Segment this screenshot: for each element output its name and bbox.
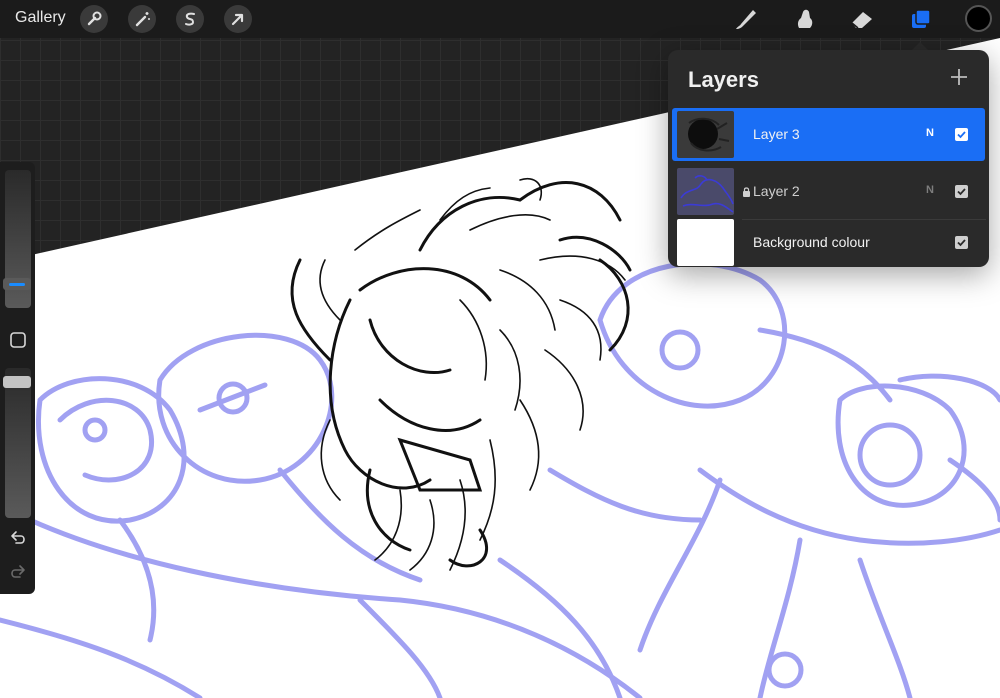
visibility-checkbox[interactable] xyxy=(955,185,968,198)
layer-name: Layer 3 xyxy=(753,126,800,142)
layers-panel: Layers Layer 3 N Layer 2 N Background co… xyxy=(668,50,989,267)
layer-name: Background colour xyxy=(753,234,870,250)
add-layer-plus-icon[interactable] xyxy=(948,66,970,88)
layer-name: Layer 2 xyxy=(753,183,800,199)
layer-thumbnail xyxy=(677,219,734,266)
visibility-checkbox[interactable] xyxy=(955,128,968,141)
lock-icon xyxy=(742,185,751,197)
selection-icon[interactable] xyxy=(176,5,204,33)
transform-arrow-icon[interactable] xyxy=(224,5,252,33)
square-icon[interactable] xyxy=(6,328,30,352)
undo-icon[interactable] xyxy=(6,526,30,550)
blend-mode-label[interactable]: N xyxy=(926,127,934,139)
layer-row-layer-3[interactable]: Layer 3 N xyxy=(672,108,985,161)
brush-size-handle[interactable] xyxy=(3,278,31,290)
smudge-icon[interactable] xyxy=(789,4,819,34)
redo-icon[interactable] xyxy=(6,560,30,584)
visibility-checkbox[interactable] xyxy=(955,236,968,249)
blend-mode-label[interactable]: N xyxy=(926,184,934,196)
left-sidebar xyxy=(0,162,35,594)
brush-icon[interactable] xyxy=(731,4,761,34)
gallery-button[interactable]: Gallery xyxy=(15,9,66,27)
layer-row-background-colour[interactable]: Background colour xyxy=(672,216,985,267)
opacity-slider[interactable] xyxy=(5,368,31,518)
layer-row-layer-2[interactable]: Layer 2 N xyxy=(672,165,985,218)
panel-title: Layers xyxy=(688,67,759,92)
color-swatch[interactable] xyxy=(965,5,992,32)
layer-thumbnail xyxy=(677,168,734,215)
layer-thumbnail xyxy=(677,111,734,158)
layers-icon[interactable] xyxy=(906,4,936,34)
top-toolbar: Gallery xyxy=(0,0,1000,38)
opacity-handle[interactable] xyxy=(3,376,31,388)
eraser-icon[interactable] xyxy=(847,4,877,34)
actions-wrench-icon[interactable] xyxy=(80,5,108,33)
adjustments-wand-icon[interactable] xyxy=(128,5,156,33)
